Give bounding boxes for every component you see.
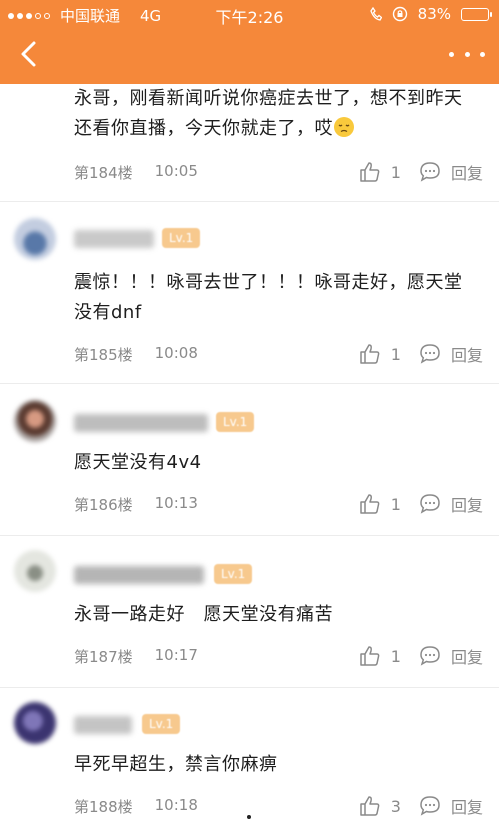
floor-number: 第187楼 xyxy=(74,648,133,666)
more-dots-icon xyxy=(449,51,454,57)
like-count: 1 xyxy=(390,646,401,666)
comment-actions: 3 回复 xyxy=(359,794,483,818)
thumbs-up-icon[interactable] xyxy=(359,493,381,515)
avatar[interactable] xyxy=(14,702,56,744)
username[interactable] xyxy=(74,414,208,432)
status-bar: 中国联通 4G 下午2:26 83% xyxy=(0,0,499,28)
thumbs-up-icon[interactable] xyxy=(359,343,381,365)
thumbs-up-icon[interactable] xyxy=(359,161,381,183)
more-button[interactable] xyxy=(449,42,485,66)
level-badge: Lv.1 xyxy=(214,564,253,584)
comment-time: 10:05 xyxy=(154,162,198,180)
reply-button[interactable]: 回复 xyxy=(451,794,483,818)
comment-text: 永哥一路走好 愿天堂没有痛苦 xyxy=(74,604,334,625)
avatar[interactable] xyxy=(14,400,56,442)
orientation-lock-icon xyxy=(392,6,407,22)
avatar[interactable] xyxy=(14,550,56,592)
comment-meta: 第187楼 10:17 xyxy=(74,646,198,667)
floor-number: 第186楼 xyxy=(74,496,133,514)
speech-bubble-icon[interactable] xyxy=(419,343,441,365)
comment-text: 震惊！！！咏哥去世了！！！咏哥走好，愿天堂 没有dnf xyxy=(74,272,463,323)
reply-button[interactable]: 回复 xyxy=(451,160,483,184)
like-count: 1 xyxy=(390,162,401,182)
battery-percent: 83% xyxy=(417,5,451,23)
comment-text: 永哥，刚看新闻听说你癌症去世了，想不到昨天 还看你直播，今天你就走了，哎 xyxy=(74,88,463,139)
like-count: 1 xyxy=(390,344,401,364)
floor-number: 第185楼 xyxy=(74,346,133,364)
thumbs-up-icon[interactable] xyxy=(359,795,381,817)
reply-button[interactable]: 回复 xyxy=(451,644,483,668)
avatar[interactable] xyxy=(14,218,56,260)
comment-actions: 1 回复 xyxy=(359,644,483,668)
comment-actions: 1 回复 xyxy=(359,160,483,184)
username[interactable] xyxy=(74,716,132,734)
comment-item: Lv.1 早死早超生，禁言你麻痹 第188楼 10:18 3 回复 xyxy=(0,688,499,822)
scroll-indicator-dot xyxy=(247,815,251,819)
comment-item: Lv.1 愿天堂没有4v4 第186楼 10:13 1 回复 xyxy=(0,384,499,536)
comment-time: 10:08 xyxy=(154,344,198,362)
floor-number: 第188楼 xyxy=(74,798,133,816)
reply-button[interactable]: 回复 xyxy=(451,342,483,366)
battery-icon xyxy=(461,7,492,21)
sad-face-emoji-icon xyxy=(334,117,354,137)
comment-time: 10:13 xyxy=(154,494,198,512)
speech-bubble-icon[interactable] xyxy=(419,795,441,817)
app-header: 中国联通 4G 下午2:26 83% xyxy=(0,0,499,84)
comment-text: 愿天堂没有4v4 xyxy=(74,452,202,473)
level-badge: Lv.1 xyxy=(162,228,201,248)
phone-icon xyxy=(369,7,382,21)
speech-bubble-icon[interactable] xyxy=(419,493,441,515)
like-count: 3 xyxy=(390,796,401,816)
comment-actions: 1 回复 xyxy=(359,342,483,366)
reply-button[interactable]: 回复 xyxy=(451,492,483,516)
comment-list: 永哥，刚看新闻听说你癌症去世了，想不到昨天 还看你直播，今天你就走了，哎 第18… xyxy=(0,84,499,822)
thumbs-up-icon[interactable] xyxy=(359,645,381,667)
username[interactable] xyxy=(74,566,204,584)
floor-number: 第184楼 xyxy=(74,164,133,182)
level-badge: Lv.1 xyxy=(216,412,255,432)
comment-time: 10:18 xyxy=(154,796,198,814)
username[interactable] xyxy=(74,230,154,248)
comment-item: 永哥，刚看新闻听说你癌症去世了，想不到昨天 还看你直播，今天你就走了，哎 第18… xyxy=(0,84,499,202)
back-button[interactable] xyxy=(14,38,46,70)
comment-time: 10:17 xyxy=(154,646,198,664)
comment-meta: 第185楼 10:08 xyxy=(74,344,198,365)
comment-meta: 第186楼 10:13 xyxy=(74,494,198,515)
chevron-left-icon xyxy=(21,41,36,67)
like-count: 1 xyxy=(390,494,401,514)
speech-bubble-icon[interactable] xyxy=(419,645,441,667)
comment-item: Lv.1 震惊！！！咏哥去世了！！！咏哥走好，愿天堂 没有dnf 第185楼 1… xyxy=(0,202,499,384)
level-badge: Lv.1 xyxy=(142,714,181,734)
comment-actions: 1 回复 xyxy=(359,492,483,516)
comment-meta: 第188楼 10:18 xyxy=(74,796,198,817)
comment-item: Lv.1 永哥一路走好 愿天堂没有痛苦 第187楼 10:17 1 回复 xyxy=(0,536,499,688)
comment-meta: 第184楼 10:05 xyxy=(74,162,198,183)
comment-text: 早死早超生，禁言你麻痹 xyxy=(74,754,278,775)
speech-bubble-icon[interactable] xyxy=(419,161,441,183)
